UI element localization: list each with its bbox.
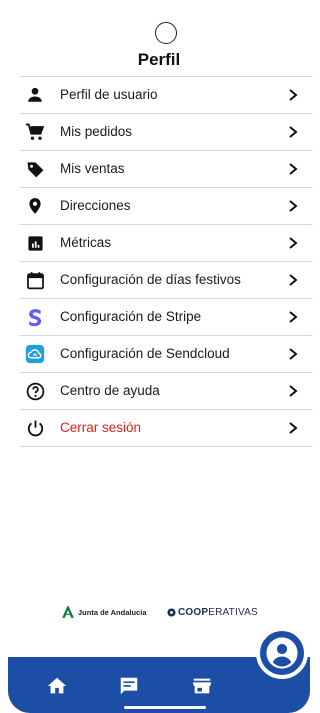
- chevron-right-icon: [289, 385, 298, 397]
- stripe-icon: [25, 307, 45, 327]
- chevron-right-icon: [289, 422, 298, 434]
- menu-item-ventas[interactable]: Mis ventas: [19, 151, 312, 188]
- page-title: Perfil: [137, 50, 181, 69]
- metrics-icon: [25, 233, 45, 253]
- tag-icon: [25, 159, 45, 179]
- menu-item-label: Direcciones: [60, 198, 131, 213]
- cooperativas-icon: [167, 608, 176, 617]
- cart-icon: [25, 122, 45, 142]
- store-icon[interactable]: [191, 675, 213, 697]
- chat-icon[interactable]: [118, 675, 140, 697]
- home-icon[interactable]: [46, 675, 68, 697]
- menu-item-label: Centro de ayuda: [60, 383, 160, 398]
- menu-item-cerrar-sesion[interactable]: Cerrar sesión: [19, 410, 312, 447]
- menu-item-label: Perfil de usuario: [60, 87, 158, 102]
- menu-item-direcciones[interactable]: Direcciones: [19, 188, 312, 225]
- chevron-right-icon: [289, 200, 298, 212]
- junta-andalucia-label: Junta de Andalucía: [78, 607, 147, 617]
- help-icon: [25, 381, 45, 401]
- menu-item-label: Mis pedidos: [60, 124, 133, 139]
- power-icon: [25, 418, 45, 438]
- menu-item-perfil-usuario[interactable]: Perfil de usuario: [19, 77, 312, 114]
- cooperativas-logo: COOP ERATIVAS: [167, 607, 258, 618]
- location-pin-icon: [25, 196, 45, 216]
- cooperativas-bold: COOP: [178, 607, 209, 618]
- junta-andalucia-icon: [62, 606, 74, 618]
- menu-item-label: Configuración de Stripe: [60, 309, 202, 324]
- chevron-right-icon: [289, 348, 298, 360]
- person-icon: [25, 85, 45, 105]
- menu-item-ayuda[interactable]: Centro de ayuda: [19, 373, 312, 410]
- avatar: [155, 22, 177, 44]
- cooperativas-light: ERATIVAS: [208, 607, 258, 618]
- menu-item-label: Configuración de días festivos: [60, 272, 241, 287]
- menu-item-label: Métricas: [60, 235, 112, 250]
- menu-item-metricas[interactable]: Métricas: [19, 225, 312, 262]
- profile-tab[interactable]: [256, 627, 308, 679]
- sendcloud-icon: [25, 344, 45, 364]
- profile-icon: [266, 637, 298, 669]
- chevron-right-icon: [289, 237, 298, 249]
- menu-item-pedidos[interactable]: Mis pedidos: [19, 114, 312, 151]
- menu-item-dias-festivos[interactable]: Configuración de días festivos: [19, 262, 312, 299]
- menu-item-label: Mis ventas: [60, 161, 125, 176]
- menu-item-sendcloud[interactable]: Configuración de Sendcloud: [19, 336, 312, 373]
- chevron-right-icon: [289, 274, 298, 286]
- menu-item-label: Configuración de Sendcloud: [60, 346, 230, 361]
- calendar-icon: [25, 270, 45, 290]
- junta-andalucia-logo: Junta de Andalucía: [61, 605, 147, 619]
- menu-item-stripe[interactable]: Configuración de Stripe: [19, 299, 312, 336]
- chevron-right-icon: [289, 126, 298, 138]
- chevron-right-icon: [289, 163, 298, 175]
- home-indicator: [124, 706, 206, 709]
- partner-logos: Junta de Andalucía COOP ERATIVAS: [0, 605, 318, 625]
- profile-menu: Perfil de usuario Mis pedidos Mis ventas…: [19, 76, 312, 447]
- menu-item-label: Cerrar sesión: [60, 420, 142, 435]
- bottom-nav: [8, 627, 310, 713]
- chevron-right-icon: [289, 89, 298, 101]
- chevron-right-icon: [289, 311, 298, 323]
